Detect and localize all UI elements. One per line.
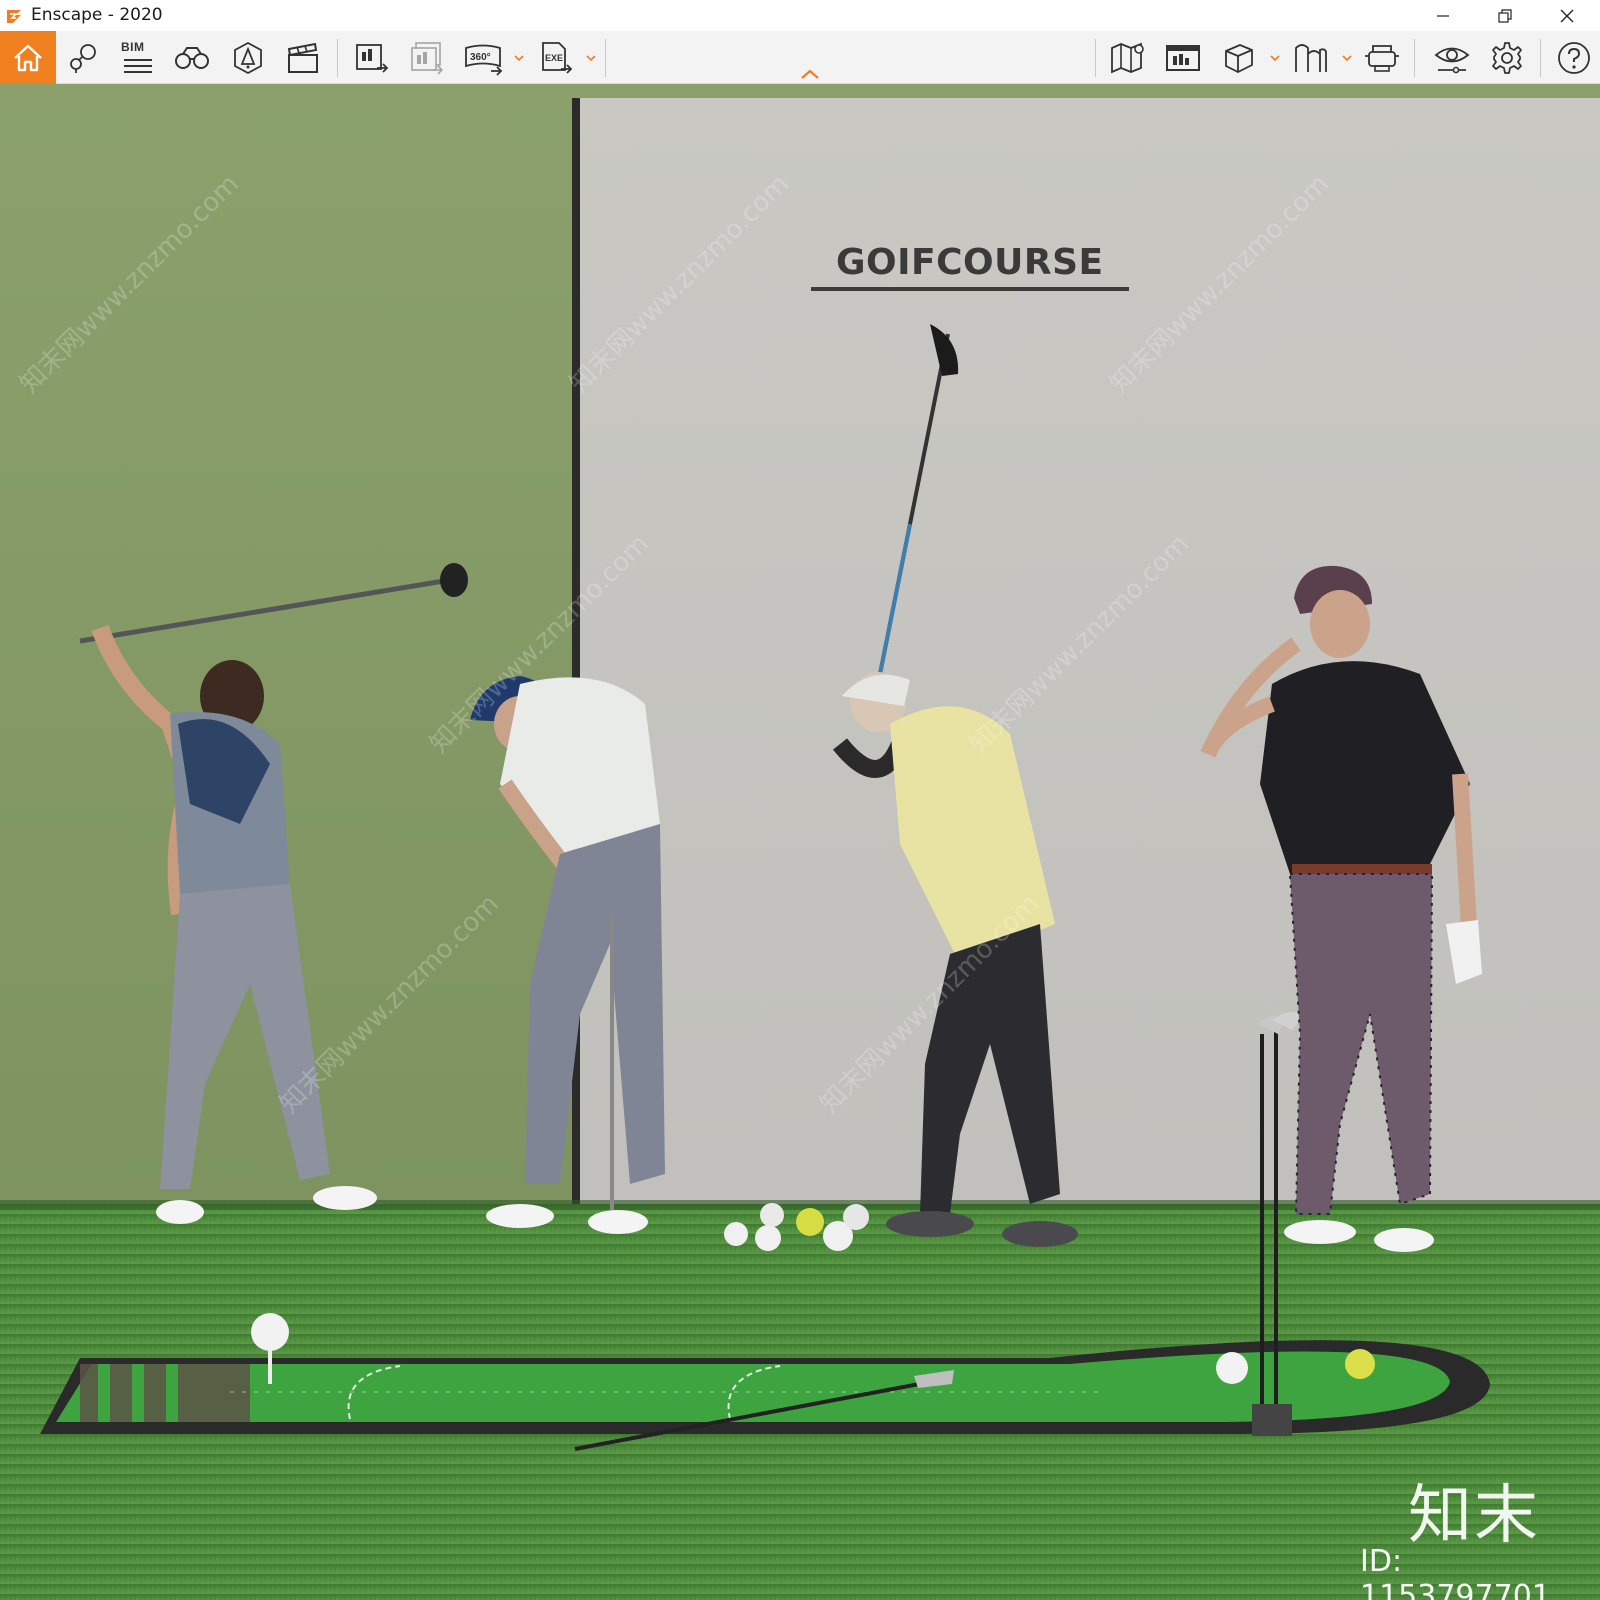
export-360-dropdown[interactable]: [512, 51, 526, 65]
brand-watermark: 知末: [1408, 1479, 1540, 1553]
batch-render-button[interactable]: [346, 31, 398, 84]
title-bar: Enscape - 2020: [0, 0, 1600, 31]
bim-button[interactable]: [112, 31, 164, 84]
visibility-button[interactable]: [1426, 31, 1478, 84]
chevron-down-icon: [586, 55, 596, 61]
export-exe-icon: EXE: [542, 41, 573, 74]
chevron-down-icon: [1342, 55, 1352, 61]
map-button[interactable]: [1102, 31, 1154, 84]
material-editor-icon: [1295, 43, 1327, 72]
visibility-icon: [1434, 47, 1470, 73]
binoculars-icon: [175, 46, 209, 69]
batch-render-icon: [356, 43, 389, 73]
asset-library-button[interactable]: [1157, 31, 1209, 84]
minimize-button[interactable]: [1420, 0, 1466, 31]
chevron-down-icon: [1270, 55, 1280, 61]
vr-headset-icon: [1365, 44, 1399, 72]
map-icon: [1111, 42, 1144, 73]
settings-button[interactable]: [1481, 31, 1533, 84]
toolbar-separator: [337, 39, 338, 77]
render-viewport[interactable]: GOIFCOURSE 知末网www.znzmo.com 知末网www.znzmo…: [0, 84, 1600, 1600]
collapse-toolbar-button[interactable]: [798, 67, 822, 81]
visual-settings-button[interactable]: [222, 31, 274, 84]
settings-icon: [1492, 41, 1522, 74]
cube-view-button[interactable]: [1212, 31, 1264, 84]
toolbar-separator: [1414, 39, 1415, 77]
video-editor-icon: [287, 42, 318, 73]
svg-text:EXE: EXE: [545, 53, 563, 63]
asset-library-icon: [1166, 44, 1200, 71]
enscape-logo-icon: [7, 10, 21, 23]
render-panorama-icon: [411, 41, 444, 75]
material-editor-button[interactable]: [1284, 31, 1336, 84]
help-icon: [1558, 41, 1590, 74]
minimize-icon: [1437, 14, 1449, 17]
export-360-button[interactable]: 360°: [458, 31, 510, 84]
toolbar-separator: [1540, 39, 1541, 77]
close-icon: [1560, 9, 1574, 22]
chevron-down-icon: [514, 55, 524, 61]
views-button[interactable]: [57, 31, 109, 84]
watermark-id: ID: 1153797701: [1360, 1544, 1551, 1600]
chevron-up-icon: [801, 69, 819, 79]
toolbar-separator: [1095, 39, 1096, 77]
cube-view-icon: [1225, 43, 1253, 73]
wall-sign-underline: [811, 287, 1129, 291]
home-icon: [14, 44, 42, 71]
export-exe-dropdown[interactable]: [584, 51, 598, 65]
restore-icon: [1498, 8, 1512, 23]
close-button[interactable]: [1544, 0, 1590, 31]
cube-view-dropdown[interactable]: [1268, 51, 1282, 65]
bim-label: BIM: [121, 40, 145, 54]
restore-button[interactable]: [1482, 0, 1528, 31]
golf-scene: [0, 84, 1600, 1600]
walk-mode-button[interactable]: [166, 31, 218, 84]
visual-settings-icon: [234, 41, 262, 74]
render-panorama-button[interactable]: [401, 31, 453, 84]
toolbar-separator: [605, 39, 606, 77]
vr-headset-button[interactable]: [1356, 31, 1408, 84]
views-pin-icon: [70, 43, 96, 73]
video-editor-button[interactable]: [277, 31, 329, 84]
help-button[interactable]: [1548, 31, 1600, 84]
svg-text:360°: 360°: [470, 52, 491, 63]
wall-sign-title: GOIFCOURSE: [836, 242, 1104, 283]
export-360-icon: 360°: [465, 44, 503, 76]
home-button[interactable]: [0, 31, 56, 84]
window-title: Enscape - 2020: [31, 5, 163, 25]
material-editor-dropdown[interactable]: [1340, 51, 1354, 65]
golf-ball-on-tee: [251, 1313, 289, 1351]
export-exe-button[interactable]: EXE: [530, 31, 582, 84]
